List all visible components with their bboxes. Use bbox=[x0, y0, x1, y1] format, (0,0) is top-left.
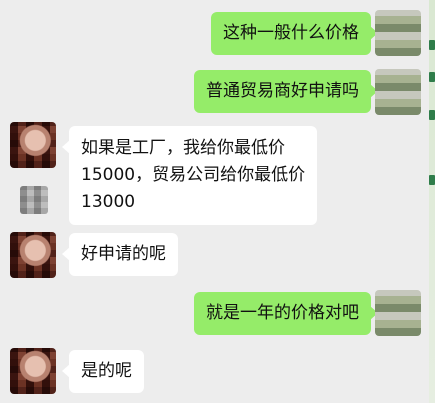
contact-avatar[interactable] bbox=[10, 348, 56, 394]
edge-glyph bbox=[429, 175, 435, 185]
contact-avatar[interactable] bbox=[10, 122, 56, 168]
message-text: 这种一般什么价格 bbox=[223, 23, 359, 43]
message-text: 普通贸易商好申请吗 bbox=[206, 81, 359, 101]
blurred-icon bbox=[20, 186, 48, 214]
right-edge-strip bbox=[429, 0, 435, 403]
my-message-bubble[interactable]: 这种一般什么价格 bbox=[211, 12, 378, 55]
contact-avatar[interactable] bbox=[10, 232, 56, 278]
message-text-line: 13000 bbox=[81, 192, 136, 212]
message-text: 是的呢 bbox=[81, 361, 132, 381]
message-text: 好申请的呢 bbox=[81, 244, 166, 264]
my-avatar[interactable] bbox=[375, 69, 421, 115]
edge-glyph bbox=[429, 110, 435, 120]
message-text-line: 如果是工厂，我给你最低价 bbox=[81, 138, 285, 158]
message-text: 就是一年的价格对吧 bbox=[206, 303, 359, 323]
their-message-bubble[interactable]: 如果是工厂，我给你最低价 15000，贸易公司给你最低价 13000 bbox=[61, 126, 318, 225]
edge-glyph bbox=[429, 72, 435, 82]
my-message-bubble[interactable]: 就是一年的价格对吧 bbox=[194, 292, 378, 335]
my-avatar[interactable] bbox=[375, 290, 421, 336]
their-message-bubble[interactable]: 好申请的呢 bbox=[62, 233, 178, 276]
message-text-line: 15000，贸易公司给你最低价 bbox=[81, 165, 306, 185]
edge-glyph bbox=[429, 40, 435, 50]
my-avatar[interactable] bbox=[375, 10, 421, 56]
my-message-bubble[interactable]: 普通贸易商好申请吗 bbox=[194, 70, 378, 113]
their-message-bubble[interactable]: 是的呢 bbox=[62, 350, 144, 393]
